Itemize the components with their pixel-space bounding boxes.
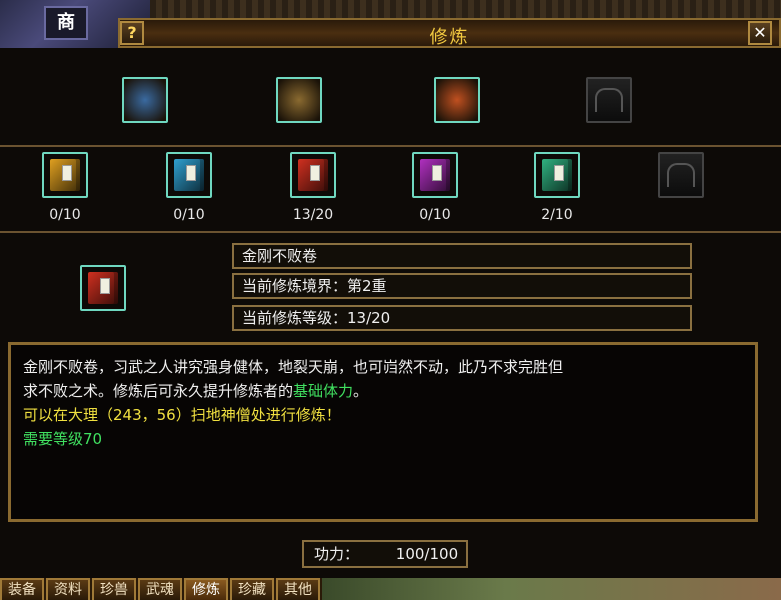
tab-cultivation[interactable]: 修炼 <box>184 578 228 600</box>
cultivation-realm-field: 当前修炼境界：第2重 <box>232 273 692 299</box>
close-button[interactable]: ✕ <box>748 21 772 45</box>
book-name-field: 金刚不败卷 <box>232 243 692 269</box>
tab-pets[interactable]: 珍兽 <box>92 578 136 600</box>
description-box: 金刚不败卷，习武之人讲究强身健体，地裂天崩，也可岿然不动，此乃不求完胜但 求不败… <box>8 342 758 522</box>
tab-equipment[interactable]: 装备 <box>0 578 44 600</box>
shop-sign[interactable]: 商 <box>44 6 88 40</box>
power-value: 100/100 <box>395 545 459 563</box>
yellow-book-icon[interactable] <box>42 152 88 198</box>
empty-slot-icon[interactable] <box>658 152 704 198</box>
help-button[interactable]: ? <box>120 21 144 45</box>
window-top-decoration <box>150 0 781 19</box>
tab-collection[interactable]: 珍藏 <box>230 578 274 600</box>
book-count: 0/10 <box>173 207 205 223</box>
location-hint: 可以在大理（243，56）扫地神僧处进行修炼！ <box>23 406 341 424</box>
tab-profile[interactable]: 资料 <box>46 578 90 600</box>
power-label: 功力： <box>314 545 360 563</box>
description-line: 金刚不败卷，习武之人讲究强身健体，地裂天崩，也可岿然不动，此乃不求完胜但 <box>23 358 564 376</box>
blue-book-icon[interactable] <box>166 152 212 198</box>
tab-other[interactable]: 其他 <box>276 578 320 600</box>
power-field: 功力： 100/100 <box>302 540 468 568</box>
book-count: 0/10 <box>419 207 451 223</box>
scroll-bundle-icon[interactable] <box>122 77 168 123</box>
firecracker-bundle-icon[interactable] <box>434 77 480 123</box>
window-titlebar[interactable]: 修炼 <box>118 18 781 48</box>
book-count: 13/20 <box>292 207 334 223</box>
red-book-icon[interactable] <box>290 152 336 198</box>
tab-martial-soul[interactable]: 武魂 <box>138 578 182 600</box>
book-count: 2/10 <box>541 207 573 223</box>
cultivation-level-field: 当前修炼等级：13/20 <box>232 305 692 331</box>
character-tabs: 装备 资料 珍兽 武魂 修炼 珍藏 其他 <box>0 578 781 600</box>
description-text: 求不败之术。修炼后可永久提升修炼者的 <box>23 382 294 400</box>
purple-book-icon[interactable] <box>412 152 458 198</box>
book-count: 0/10 <box>49 207 81 223</box>
window-title: 修炼 <box>429 27 470 48</box>
description-line: 求不败之术。修炼后可永久提升修炼者的基础体力。 <box>23 379 743 403</box>
description-text: 。 <box>353 382 369 400</box>
dynamite-bundle-icon[interactable] <box>276 77 322 123</box>
attribute-highlight: 基础体力 <box>293 382 354 400</box>
selected-book-icon[interactable] <box>80 265 126 311</box>
game-scene-strip <box>322 578 781 600</box>
green-book-icon[interactable] <box>534 152 580 198</box>
empty-slot-icon[interactable] <box>586 77 632 123</box>
level-requirement: 需要等级70 <box>23 430 103 448</box>
